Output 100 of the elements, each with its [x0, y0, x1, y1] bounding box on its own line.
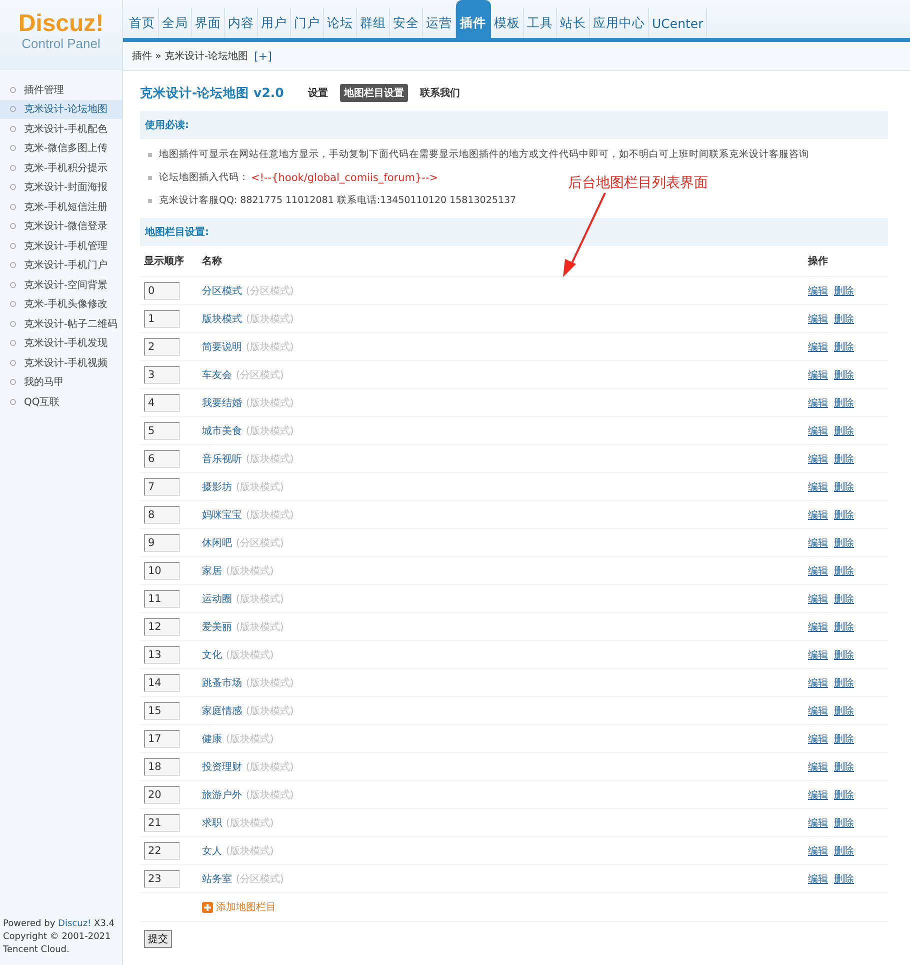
- delete-link[interactable]: 删除: [834, 312, 854, 326]
- order-input[interactable]: 1: [144, 310, 180, 328]
- edit-link[interactable]: 编辑: [808, 480, 828, 494]
- edit-link[interactable]: 编辑: [808, 368, 828, 382]
- discuz-link[interactable]: Discuz!: [58, 919, 92, 929]
- order-input[interactable]: 22: [144, 842, 180, 860]
- nav-tab[interactable]: UCenter: [649, 8, 708, 38]
- nav-tab[interactable]: 工具: [524, 8, 557, 38]
- edit-link[interactable]: 编辑: [808, 732, 828, 746]
- add-shortcut-link[interactable]: [+]: [254, 50, 272, 62]
- edit-link[interactable]: 编辑: [808, 452, 828, 466]
- order-input[interactable]: 0: [144, 282, 180, 300]
- delete-link[interactable]: 删除: [834, 284, 854, 298]
- order-input[interactable]: 7: [144, 478, 180, 496]
- delete-link[interactable]: 删除: [834, 676, 854, 690]
- order-input[interactable]: 9: [144, 534, 180, 552]
- order-input[interactable]: 5: [144, 422, 180, 440]
- delete-link[interactable]: 删除: [834, 704, 854, 718]
- delete-link[interactable]: 删除: [834, 396, 854, 410]
- delete-link[interactable]: 删除: [834, 564, 854, 578]
- delete-link[interactable]: 删除: [834, 620, 854, 634]
- sidebar-item[interactable]: 克米-手机头像修改: [0, 294, 122, 314]
- order-input[interactable]: 21: [144, 814, 180, 832]
- delete-link[interactable]: 删除: [834, 872, 854, 886]
- order-input[interactable]: 18: [144, 758, 180, 776]
- delete-link[interactable]: 删除: [834, 760, 854, 774]
- edit-link[interactable]: 编辑: [808, 564, 828, 578]
- nav-tab[interactable]: 内容: [225, 8, 258, 38]
- sidebar-item[interactable]: 克米设计-论坛地图: [0, 100, 122, 119]
- sidebar-item[interactable]: 克米设计-封面海报: [0, 178, 122, 197]
- edit-link[interactable]: 编辑: [808, 648, 828, 662]
- delete-link[interactable]: 删除: [834, 592, 854, 606]
- sidebar-item[interactable]: 克米设计-微信登录: [0, 216, 122, 236]
- delete-link[interactable]: 删除: [834, 424, 854, 438]
- edit-link[interactable]: 编辑: [808, 508, 828, 522]
- order-input[interactable]: 12: [144, 618, 180, 636]
- nav-tab[interactable]: 门户: [291, 8, 324, 38]
- edit-link[interactable]: 编辑: [808, 424, 828, 438]
- delete-link[interactable]: 删除: [834, 452, 854, 466]
- edit-link[interactable]: 编辑: [808, 760, 828, 774]
- order-input[interactable]: 2: [144, 338, 180, 356]
- submit-button[interactable]: 提交: [144, 930, 172, 948]
- order-input[interactable]: 15: [144, 702, 180, 720]
- order-input[interactable]: 4: [144, 394, 180, 412]
- delete-link[interactable]: 删除: [834, 816, 854, 830]
- order-input[interactable]: 3: [144, 366, 180, 384]
- sidebar-item[interactable]: 克米-微信多图上传: [0, 138, 122, 158]
- delete-link[interactable]: 删除: [834, 536, 854, 550]
- delete-link[interactable]: 删除: [834, 368, 854, 382]
- edit-link[interactable]: 编辑: [808, 676, 828, 690]
- nav-tab[interactable]: 全局: [159, 8, 192, 38]
- edit-link[interactable]: 编辑: [808, 396, 828, 410]
- sidebar-item[interactable]: 克米设计-手机门户: [0, 256, 122, 275]
- sidebar-item[interactable]: 克米设计-手机发现: [0, 334, 122, 353]
- sidebar-item[interactable]: 克米-手机积分提示: [0, 158, 122, 178]
- nav-tab[interactable]: 安全: [390, 8, 423, 38]
- edit-link[interactable]: 编辑: [808, 872, 828, 886]
- page-tab[interactable]: 地图栏目设置: [340, 84, 408, 102]
- order-input[interactable]: 23: [144, 870, 180, 888]
- sidebar-item[interactable]: 克米-手机短信注册: [0, 197, 122, 216]
- delete-link[interactable]: 删除: [834, 788, 854, 802]
- delete-link[interactable]: 删除: [834, 508, 854, 522]
- sidebar-item[interactable]: 克米设计-空间背景: [0, 275, 122, 294]
- edit-link[interactable]: 编辑: [808, 844, 828, 858]
- sidebar-item[interactable]: 克米设计-手机配色: [0, 119, 122, 138]
- delete-link[interactable]: 删除: [834, 732, 854, 746]
- delete-link[interactable]: 删除: [834, 340, 854, 354]
- nav-tab[interactable]: 群组: [357, 8, 390, 38]
- order-input[interactable]: 14: [144, 674, 180, 692]
- page-tab[interactable]: 设置: [304, 84, 332, 102]
- order-input[interactable]: 8: [144, 506, 180, 524]
- delete-link[interactable]: 删除: [834, 844, 854, 858]
- order-input[interactable]: 10: [144, 562, 180, 580]
- edit-link[interactable]: 编辑: [808, 536, 828, 550]
- sidebar-item[interactable]: 克米设计-手机管理: [0, 236, 122, 256]
- edit-link[interactable]: 编辑: [808, 816, 828, 830]
- nav-tab[interactable]: 应用中心: [590, 8, 649, 38]
- order-input[interactable]: 17: [144, 730, 180, 748]
- sidebar-item[interactable]: 克米设计-手机视频: [0, 353, 122, 372]
- nav-tab[interactable]: 用户: [258, 8, 291, 38]
- order-input[interactable]: 6: [144, 450, 180, 468]
- delete-link[interactable]: 删除: [834, 648, 854, 662]
- sidebar-item[interactable]: 我的马甲: [0, 372, 122, 392]
- sidebar-item[interactable]: 插件管理: [0, 80, 122, 100]
- sidebar-item[interactable]: 克米设计-帖子二维码: [0, 314, 122, 334]
- order-input[interactable]: 13: [144, 646, 180, 664]
- nav-tab[interactable]: 论坛: [324, 8, 357, 38]
- nav-tab[interactable]: 首页: [126, 8, 159, 38]
- order-input[interactable]: 20: [144, 786, 180, 804]
- edit-link[interactable]: 编辑: [808, 592, 828, 606]
- sidebar-item[interactable]: QQ互联: [0, 392, 122, 412]
- order-input[interactable]: 11: [144, 590, 180, 608]
- nav-tab[interactable]: 插件: [456, 0, 491, 38]
- delete-link[interactable]: 删除: [834, 480, 854, 494]
- edit-link[interactable]: 编辑: [808, 284, 828, 298]
- nav-tab[interactable]: 模板: [491, 8, 524, 38]
- page-tab[interactable]: 联系我们: [416, 84, 464, 102]
- nav-tab[interactable]: 界面: [192, 8, 225, 38]
- edit-link[interactable]: 编辑: [808, 788, 828, 802]
- edit-link[interactable]: 编辑: [808, 704, 828, 718]
